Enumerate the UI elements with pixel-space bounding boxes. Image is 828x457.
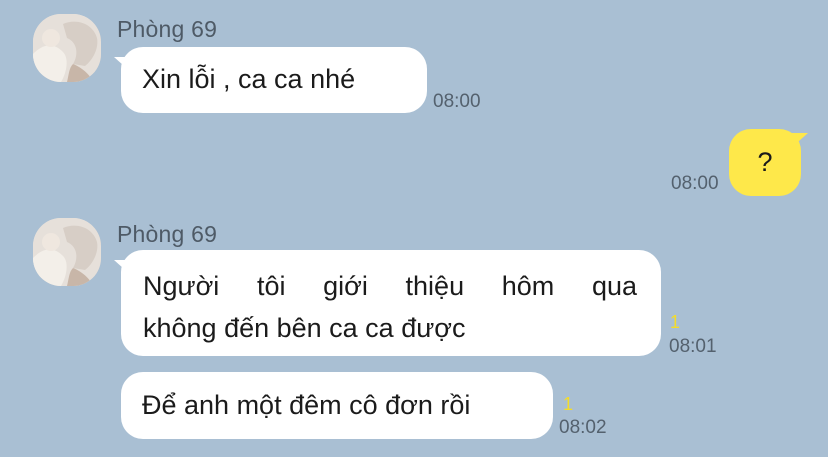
incoming-message-bubble[interactable]: Người tôi giới thiệu hôm qua không đến b… <box>121 250 661 356</box>
message-text: Xin lỗi , ca ca nhé <box>142 64 356 94</box>
profile-photo-icon <box>33 14 101 82</box>
message-timestamp: 08:02 <box>559 417 607 438</box>
message-timestamp: 08:00 <box>671 173 719 194</box>
sender-avatar[interactable] <box>33 218 101 286</box>
outgoing-message-bubble[interactable]: ? <box>729 129 801 196</box>
unread-count: 1 <box>670 312 681 332</box>
sender-avatar[interactable] <box>33 14 101 82</box>
sender-name: Phòng 69 <box>117 221 218 247</box>
unread-count: 1 <box>563 394 574 414</box>
message-timestamp: 08:00 <box>433 91 481 112</box>
incoming-message-bubble[interactable]: Để anh một đêm cô đơn rồi <box>121 372 553 439</box>
incoming-message-bubble[interactable]: Xin lỗi , ca ca nhé <box>121 47 427 113</box>
message-text: Để anh một đêm cô đơn rồi <box>142 390 471 420</box>
sender-name: Phòng 69 <box>117 16 218 42</box>
message-text-line: Người tôi giới thiệu hôm qua <box>143 271 637 301</box>
message-text: ? <box>757 147 773 177</box>
message-text-line: không đến bên ca ca được <box>143 313 466 343</box>
profile-photo-icon <box>33 218 101 286</box>
message-timestamp: 08:01 <box>669 336 717 357</box>
